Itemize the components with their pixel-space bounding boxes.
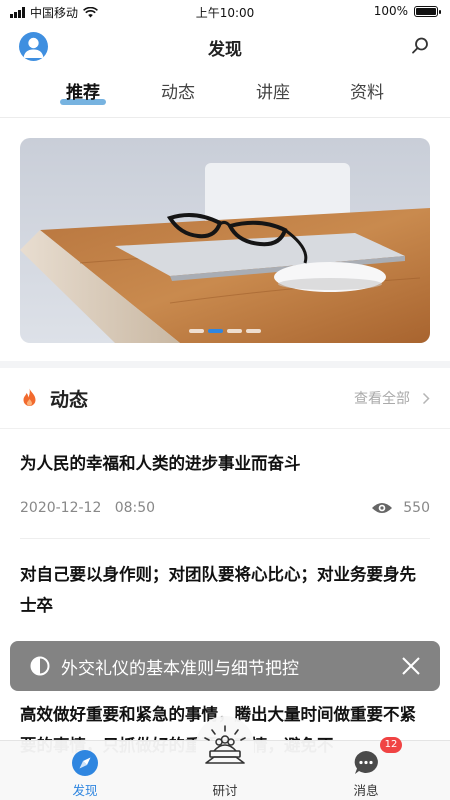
nav-discover[interactable]: 发现	[40, 741, 130, 800]
section-header: 动态 查看全部	[0, 368, 450, 428]
battery-percent: 100%	[373, 4, 408, 18]
item-divider	[20, 538, 430, 539]
tab-updates[interactable]: 动态	[133, 78, 223, 103]
view-all-link[interactable]: 查看全部	[354, 388, 430, 408]
carousel-dot-active[interactable]	[208, 329, 223, 333]
tab-lectures[interactable]: 讲座	[228, 78, 318, 103]
section-spacer	[0, 361, 450, 368]
app-header: 发现	[0, 24, 450, 70]
news-date: 2020-12-12	[20, 500, 102, 516]
search-icon[interactable]	[410, 36, 430, 56]
chevron-right-icon	[422, 392, 430, 404]
tab-label: 动态	[161, 83, 195, 103]
banner-carousel[interactable]	[20, 138, 430, 343]
half-circle-icon	[30, 656, 50, 676]
nav-seminar[interactable]: 研讨	[180, 725, 270, 800]
page-title: 发现	[208, 40, 242, 60]
tab-label: 讲座	[256, 83, 290, 103]
news-title[interactable]: 为人民的幸福和人类的进步事业而奋斗	[20, 448, 430, 479]
news-datetime: 2020-12-12 08:50	[20, 500, 155, 516]
view-all-label: 查看全部	[354, 391, 410, 407]
tab-recommend[interactable]: 推荐	[38, 78, 128, 103]
nav-messages[interactable]: 12 消息	[321, 737, 411, 800]
audio-toast[interactable]: 外交礼仪的基本准则与细节把控	[10, 641, 440, 691]
top-tabs: 推荐 动态 讲座 资料	[0, 78, 450, 114]
toast-text: 外交礼仪的基本准则与细节把控	[61, 659, 299, 679]
section-divider	[0, 428, 450, 429]
chat-icon	[354, 751, 378, 774]
carousel-dot[interactable]	[246, 329, 261, 333]
nav-label: 研讨	[212, 783, 238, 798]
carousel-dot[interactable]	[227, 329, 242, 333]
close-icon[interactable]	[401, 656, 421, 676]
carousel-indicator	[20, 329, 430, 333]
news-time: 08:50	[114, 500, 156, 516]
tab-label: 推荐	[66, 83, 100, 103]
views-count: 550	[403, 500, 430, 516]
banner-image	[20, 138, 430, 343]
nav-label: 发现	[72, 783, 98, 798]
nav-label: 消息	[353, 783, 379, 798]
status-bar: 中国移动 上午10:00 100%	[0, 0, 450, 24]
tabs-divider	[0, 117, 450, 118]
bottom-nav: 发现 研讨 12 消息	[0, 725, 450, 800]
tab-label: 资料	[350, 83, 384, 103]
section-title: 动态	[50, 389, 89, 411]
compass-icon	[72, 750, 98, 776]
discover-screen: 中国移动 上午10:00 100% 发现 推荐 动态 讲座 资料 动态 查看全部…	[0, 0, 450, 800]
battery-icon	[414, 5, 441, 17]
unread-badge: 12	[380, 737, 402, 753]
tab-materials[interactable]: 资料	[322, 78, 412, 103]
news-views: 550	[371, 500, 430, 516]
news-title[interactable]: 对自己要以身作则；对团队要将心比心；对业务要身先士卒	[20, 559, 430, 621]
fire-icon	[23, 388, 36, 406]
eye-icon	[372, 503, 393, 513]
carousel-dot[interactable]	[189, 329, 204, 333]
seminar-icon	[204, 725, 246, 764]
status-right: 100%	[373, 4, 441, 18]
